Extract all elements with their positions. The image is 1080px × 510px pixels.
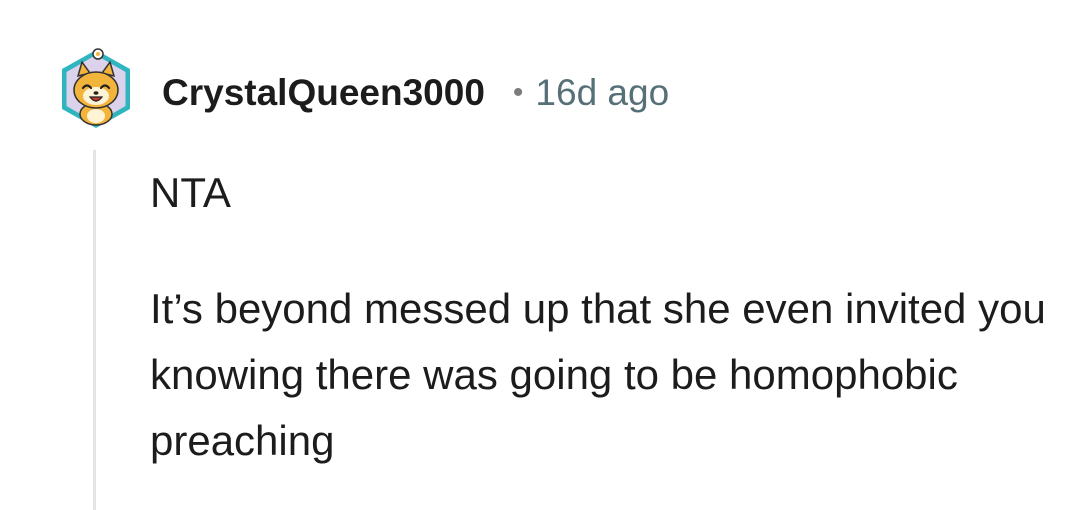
comment-body: NTA It’s beyond messed up that she even … bbox=[150, 160, 1050, 474]
comment-paragraph: NTA bbox=[150, 169, 231, 216]
comment-paragraph: It’s beyond messed up that she even invi… bbox=[150, 285, 1046, 464]
timestamp: 16d ago bbox=[535, 72, 670, 113]
shiba-avatar-icon bbox=[62, 48, 130, 128]
thread-collapse-line[interactable] bbox=[93, 150, 96, 510]
comment-header: CrystalQueen3000 • 16d ago bbox=[162, 68, 669, 118]
comment: CrystalQueen3000 • 16d ago NTA It’s beyo… bbox=[0, 0, 1080, 510]
separator-dot: • bbox=[512, 76, 524, 109]
username-link[interactable]: CrystalQueen3000 bbox=[162, 72, 485, 114]
avatar[interactable] bbox=[58, 46, 134, 132]
